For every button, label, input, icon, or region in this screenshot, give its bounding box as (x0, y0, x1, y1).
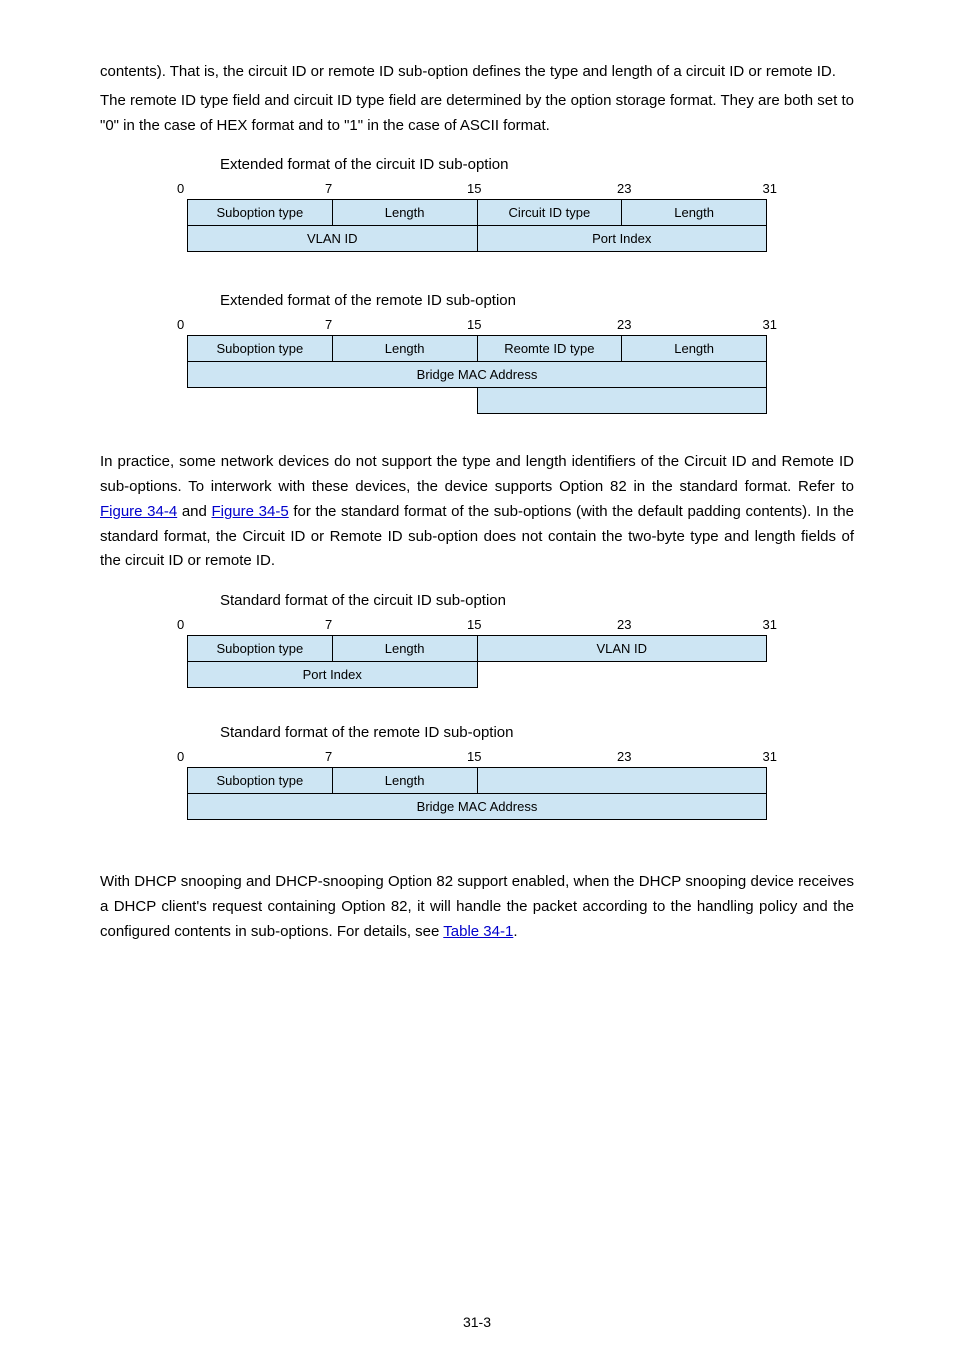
field-cell: Port Index (188, 662, 478, 688)
ruler-tick: 7 (325, 617, 332, 632)
field-cell (477, 768, 767, 794)
bit-ruler: 0 7 15 23 31 (177, 181, 777, 199)
ruler-tick: 31 (763, 317, 777, 332)
paragraph: In practice, some network devices do not… (100, 450, 854, 574)
ruler-tick: 23 (617, 749, 631, 764)
table-row: VLAN ID Port Index (188, 226, 767, 252)
text-run: . (513, 923, 517, 940)
field-cell: Length (622, 336, 767, 362)
ruler-tick: 7 (325, 181, 332, 196)
bit-ruler: 0 7 15 23 31 (177, 749, 777, 767)
bit-ruler: 0 7 15 23 31 (177, 317, 777, 335)
table-row: Suboption type Length (188, 768, 767, 794)
ruler-tick: 0 (177, 181, 184, 196)
paragraph: With DHCP snooping and DHCP-snooping Opt… (100, 870, 854, 944)
ruler-tick: 23 (617, 617, 631, 632)
ruler-tick: 7 (325, 749, 332, 764)
ruler-tick: 31 (763, 617, 777, 632)
empty-cell (477, 662, 767, 688)
field-cell: Length (622, 200, 767, 226)
figure-link[interactable]: Figure 34-4 (100, 503, 177, 520)
figure-std-remote-id: Suboption type Length Bridge MAC Address (187, 767, 767, 820)
field-cell: Suboption type (188, 200, 333, 226)
field-cell: VLAN ID (188, 226, 478, 252)
field-cell: VLAN ID (477, 636, 767, 662)
ruler-tick: 15 (467, 617, 481, 632)
ruler-tick: 15 (467, 181, 481, 196)
paragraph: contents). That is, the circuit ID or re… (100, 60, 854, 85)
field-cell: Length (332, 768, 477, 794)
table-row: Bridge MAC Address (188, 362, 767, 388)
figure-std-circuit-id: Suboption type Length VLAN ID Port Index (187, 635, 767, 688)
ruler-tick: 31 (763, 181, 777, 196)
figure-link[interactable]: Figure 34-5 (212, 503, 289, 520)
table-row: Bridge MAC Address (188, 794, 767, 820)
text-run: In practice, some network devices do not… (100, 453, 854, 495)
field-cell: Bridge MAC Address (188, 794, 767, 820)
table-row (188, 388, 767, 414)
field-cell: Bridge MAC Address (188, 362, 767, 388)
field-cell: Length (332, 200, 477, 226)
ruler-tick: 23 (617, 317, 631, 332)
table-row: Suboption type Length Reomte ID type Len… (188, 336, 767, 362)
ruler-tick: 15 (467, 749, 481, 764)
ruler-tick: 0 (177, 617, 184, 632)
ruler-tick: 31 (763, 749, 777, 764)
ruler-tick: 0 (177, 317, 184, 332)
figure-ext-circuit-id: Suboption type Length Circuit ID type Le… (187, 199, 767, 252)
page-number: 31-3 (0, 1314, 954, 1330)
paragraph: The remote ID type field and circuit ID … (100, 89, 854, 139)
ruler-tick: 23 (617, 181, 631, 196)
field-cell (477, 388, 767, 414)
figure-ext-remote-id: Suboption type Length Reomte ID type Len… (187, 335, 767, 414)
ruler-tick: 7 (325, 317, 332, 332)
table-row: Suboption type Length VLAN ID (188, 636, 767, 662)
text-run: and (177, 503, 211, 520)
field-cell: Length (332, 336, 477, 362)
field-cell: Suboption type (188, 636, 333, 662)
field-cell: Length (332, 636, 477, 662)
figure-caption: Standard format of the remote ID sub-opt… (220, 724, 854, 741)
field-cell: Circuit ID type (477, 200, 622, 226)
empty-cell (188, 388, 478, 414)
field-cell: Port Index (477, 226, 767, 252)
figure-caption: Extended format of the remote ID sub-opt… (220, 292, 854, 309)
ruler-tick: 0 (177, 749, 184, 764)
field-cell: Suboption type (188, 336, 333, 362)
figure-caption: Extended format of the circuit ID sub-op… (220, 156, 854, 173)
figure-caption: Standard format of the circuit ID sub-op… (220, 592, 854, 609)
table-row: Port Index (188, 662, 767, 688)
ruler-tick: 15 (467, 317, 481, 332)
table-link[interactable]: Table 34-1 (443, 923, 513, 940)
table-row: Suboption type Length Circuit ID type Le… (188, 200, 767, 226)
field-cell: Suboption type (188, 768, 333, 794)
bit-ruler: 0 7 15 23 31 (177, 617, 777, 635)
field-cell: Reomte ID type (477, 336, 622, 362)
